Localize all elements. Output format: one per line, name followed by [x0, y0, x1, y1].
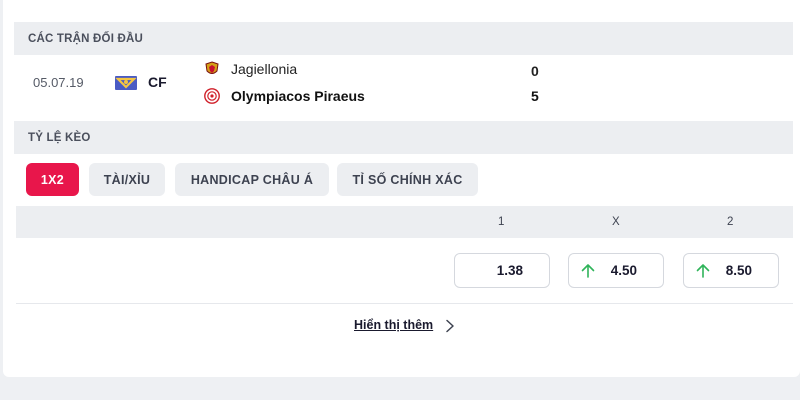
competition-label: CF — [148, 74, 167, 90]
arrow-up-icon — [696, 264, 710, 278]
odds-header-home: 1 — [498, 216, 505, 228]
away-team-name[interactable]: Olympiacos Piraeus — [231, 88, 365, 104]
odds-value-away: 8.50 — [725, 263, 752, 278]
odds-title: TỶ LỆ KÈO — [28, 131, 91, 144]
chevron-right-icon[interactable] — [444, 319, 456, 333]
odds-header-away: 2 — [727, 216, 734, 228]
home-team-name[interactable]: Jagiellonia — [231, 61, 297, 77]
show-more-link[interactable]: Hiển thị thêm — [354, 318, 433, 332]
odds-column-header — [16, 206, 793, 238]
odds-button-home[interactable]: 1.38 — [454, 253, 550, 288]
away-score: 5 — [531, 88, 539, 104]
odds-header: TỶ LỆ KÈO — [14, 121, 793, 154]
home-score: 0 — [531, 63, 539, 79]
odds-button-draw[interactable]: 4.50 — [568, 253, 664, 288]
divider — [16, 303, 793, 304]
tab-over-under[interactable]: TÀI/XỈU — [89, 163, 165, 196]
match-date: 05.07.19 — [33, 75, 84, 90]
odds-button-away[interactable]: 8.50 — [683, 253, 779, 288]
olympiacos-badge-icon — [204, 88, 220, 104]
jagiellonia-badge-icon — [205, 61, 219, 74]
head-to-head-title: CÁC TRẬN ĐỐI ĐẦU — [28, 32, 143, 45]
club-friendly-flag-icon — [115, 76, 137, 90]
odds-header-draw: X — [612, 216, 620, 228]
odds-value-draw: 4.50 — [610, 263, 637, 278]
head-to-head-header: CÁC TRẬN ĐỐI ĐẦU — [14, 22, 793, 55]
odds-value-home: 1.38 — [496, 263, 523, 278]
tab-asian-handicap[interactable]: HANDICAP CHÂU Á — [175, 163, 329, 196]
tab-1x2[interactable]: 1X2 — [26, 163, 79, 196]
tab-correct-score[interactable]: TỈ SỐ CHÍNH XÁC — [337, 163, 478, 196]
arrow-up-icon — [581, 264, 595, 278]
